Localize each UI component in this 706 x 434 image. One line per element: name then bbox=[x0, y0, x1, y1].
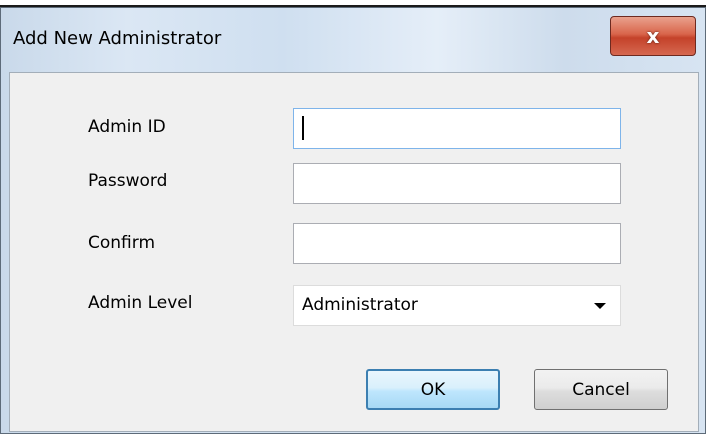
text-caret bbox=[302, 116, 304, 140]
password-input[interactable] bbox=[293, 163, 621, 204]
password-label: Password bbox=[88, 171, 168, 191]
chevron-down-icon bbox=[594, 303, 606, 309]
cancel-button[interactable]: Cancel bbox=[534, 369, 668, 410]
confirm-password-input[interactable] bbox=[293, 223, 621, 264]
dialog-window: Add New Administrator x Admin ID Passwor… bbox=[0, 7, 706, 434]
admin-level-selected: Administrator bbox=[302, 295, 418, 315]
admin-level-label: Admin Level bbox=[88, 293, 193, 313]
dialog-title: Add New Administrator bbox=[13, 28, 222, 49]
admin-id-label: Admin ID bbox=[88, 117, 166, 137]
close-button[interactable]: x bbox=[610, 16, 696, 56]
admin-level-select[interactable]: Administrator bbox=[293, 285, 621, 326]
admin-id-input[interactable] bbox=[293, 108, 621, 149]
close-icon: x bbox=[646, 24, 660, 48]
ok-button[interactable]: OK bbox=[366, 369, 500, 410]
dialog-client-area: Admin ID Password Confirm Admin Level Ad… bbox=[9, 72, 699, 432]
confirm-label: Confirm bbox=[88, 233, 156, 253]
